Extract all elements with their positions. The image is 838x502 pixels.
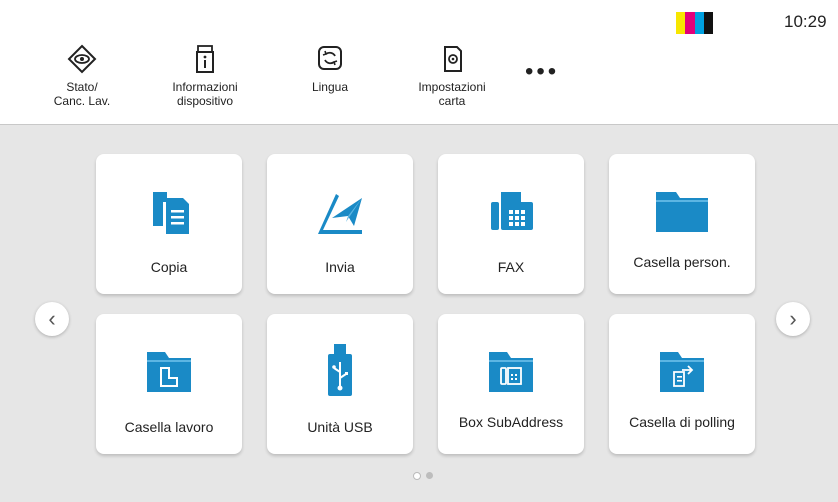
copy-icon [153,192,189,234]
clock: 10:29 [784,12,827,31]
tile-custom-box[interactable]: Casella person. [609,154,755,294]
tile-job-box[interactable]: Casella lavoro [96,314,242,454]
chevron-left-icon: ‹ [48,306,56,331]
tile-polling-box[interactable]: Casella di polling [609,314,755,454]
tile-copy-label: Copia [150,259,188,275]
tile-subaddress-box[interactable]: Box SubAddress [438,314,584,454]
tile-fax-label: FAX [497,259,525,275]
more-options-button[interactable]: ••• [525,60,559,84]
tile-job-box-label: Casella lavoro [124,419,214,435]
eye-diamond-icon [67,44,97,74]
device-info-label: Informazioni dispositivo [172,80,238,108]
home-screen: ‹ › Copia Invia FAX Casella person. Case… [0,125,838,502]
toner-cyan [694,12,704,34]
usb-drive-icon [328,344,352,396]
tile-subaddress-box-label: Box SubAddress [458,414,564,430]
polling-box-icon [660,352,704,392]
send-icon [318,194,362,234]
tile-polling-box-label: Casella di polling [629,414,735,430]
language-icon [318,46,342,70]
job-box-icon [147,352,191,392]
folder-icon [656,192,708,232]
tile-usb-drive[interactable]: Unità USB [267,314,413,454]
paper-settings-button[interactable]: Impostazioni carta [392,44,512,108]
subaddress-box-icon [489,352,533,392]
tile-usb-drive-label: Unità USB [307,419,373,435]
fax-icon [491,192,533,230]
language-label: Lingua [311,80,349,94]
toner-level-indicator [676,12,713,34]
page-dot-2[interactable] [426,472,433,479]
tile-send-label: Invia [325,259,355,275]
tile-custom-box-label: Casella person. [633,254,731,270]
prev-page-button[interactable]: ‹ [35,302,69,336]
next-page-button[interactable]: › [776,302,810,336]
toner-black [703,12,713,34]
header-bar: 10:29 Stato/ Canc. Lav. Informazioni dis… [0,0,838,124]
status-job-cancel-button[interactable]: Stato/ Canc. Lav. [22,44,142,108]
tile-copy[interactable]: Copia [96,154,242,294]
tile-fax[interactable]: FAX [438,154,584,294]
chevron-right-icon: › [789,306,797,331]
paper-settings-icon [444,46,462,72]
device-info-button[interactable]: Informazioni dispositivo [145,44,265,108]
status-job-cancel-label: Stato/ Canc. Lav. [53,80,111,108]
page-dot-1[interactable] [413,472,421,480]
tile-send[interactable]: Invia [267,154,413,294]
toner-magenta [685,12,695,34]
device-info-icon [196,45,214,73]
page-indicator [413,472,433,480]
language-button[interactable]: Lingua [270,44,390,94]
toner-yellow [676,12,686,34]
paper-settings-label: Impostazioni carta [418,80,486,108]
